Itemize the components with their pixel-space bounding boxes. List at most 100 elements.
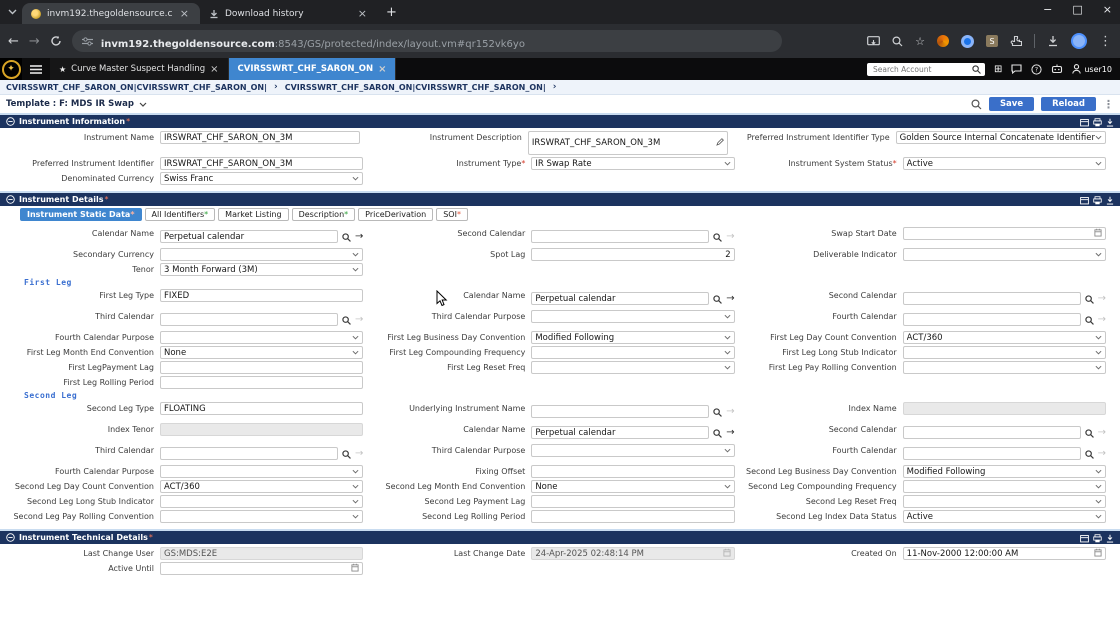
field-second-leg-business-day-convention-input[interactable]: Modified Following: [902, 465, 1106, 478]
goto-arrow-icon[interactable]: →: [1098, 427, 1106, 438]
field-second-leg-index-data-status-input[interactable]: Active: [902, 510, 1106, 523]
lookup-search-icon[interactable]: [342, 444, 351, 463]
field-first-leg-rolling-period-input[interactable]: [160, 376, 364, 389]
extensions-puzzle-icon[interactable]: [1010, 35, 1022, 47]
zoom-search-icon[interactable]: [892, 35, 903, 47]
dropdown-chevron-icon[interactable]: [352, 467, 359, 477]
field-first-leg-reset-freq-input[interactable]: [531, 361, 735, 374]
app-tab-close-icon[interactable]: ×: [378, 64, 386, 75]
extension-icon-s[interactable]: S: [986, 35, 998, 47]
goto-arrow-icon[interactable]: →: [726, 231, 734, 242]
field-first-leg-month-end-convention-input[interactable]: None: [160, 346, 364, 359]
collapse-icon[interactable]: [6, 533, 15, 542]
dropdown-chevron-icon[interactable]: [1095, 159, 1102, 169]
dropdown-chevron-icon[interactable]: [352, 348, 359, 358]
downloads-button[interactable]: [1047, 35, 1059, 47]
reload-button[interactable]: [50, 35, 62, 47]
field-denominated-currency-input[interactable]: Swiss Franc: [160, 172, 364, 185]
field-first-leg-business-day-convention-input[interactable]: Modified Following: [531, 331, 735, 344]
edit-pencil-icon[interactable]: [715, 137, 724, 149]
search-icon[interactable]: [972, 64, 981, 74]
print-icon[interactable]: [1093, 112, 1102, 131]
tab-close-icon[interactable]: ×: [356, 8, 369, 19]
field-last-change-date-input[interactable]: 24-Apr-2025 02:48:14 PM: [531, 547, 735, 560]
field-instrument-description-input[interactable]: IRSWRAT_CHF_SARON_ON_3M: [527, 131, 728, 155]
browser-tab-downloads[interactable]: Download history ×: [200, 3, 378, 24]
goto-arrow-icon[interactable]: →: [1098, 448, 1106, 459]
chat-icon[interactable]: [1011, 64, 1022, 74]
field-calendar-name-input[interactable]: Perpetual calendar: [531, 292, 710, 305]
search-icon[interactable]: [971, 98, 982, 110]
lookup-search-icon[interactable]: [713, 289, 723, 308]
field-fourth-calendar-purpose-input[interactable]: [160, 331, 364, 344]
field-third-calendar-input[interactable]: [160, 447, 338, 460]
dropdown-chevron-icon[interactable]: [724, 312, 731, 322]
print-icon[interactable]: [1093, 190, 1102, 209]
goto-arrow-icon[interactable]: →: [355, 314, 363, 325]
lookup-search-icon[interactable]: [713, 402, 723, 421]
goto-arrow-icon[interactable]: →: [726, 406, 734, 417]
tab-search-chevron-icon[interactable]: [2, 2, 22, 22]
new-tab-button[interactable]: +: [386, 5, 397, 20]
dropdown-chevron-icon[interactable]: [352, 265, 359, 275]
field-underlying-instrument-name-input[interactable]: [531, 405, 710, 418]
field-active-until-input[interactable]: [160, 562, 364, 575]
field-second-leg-month-end-convention-input[interactable]: None: [531, 480, 735, 493]
app-menu-icon[interactable]: [30, 64, 42, 74]
print-icon[interactable]: [1093, 528, 1102, 547]
field-deliverable-indicator-input[interactable]: [902, 248, 1106, 261]
dropdown-chevron-icon[interactable]: [724, 333, 731, 343]
dropdown-chevron-icon[interactable]: [1095, 482, 1102, 492]
field-index-name-input[interactable]: [902, 402, 1106, 415]
dropdown-chevron-icon[interactable]: [724, 446, 731, 456]
field-preferred-instrument-identifier-input[interactable]: IRSWRAT_CHF_SARON_ON_3M: [160, 157, 364, 170]
browser-tab-goldensource[interactable]: invm192.thegoldensource.com ×: [22, 3, 200, 24]
field-fourth-calendar-input[interactable]: [902, 313, 1081, 326]
dropdown-chevron-icon[interactable]: [1095, 348, 1102, 358]
calendar-icon[interactable]: [723, 548, 731, 560]
lookup-search-icon[interactable]: [1084, 423, 1094, 442]
field-second-calendar-input[interactable]: [902, 292, 1081, 305]
field-third-calendar-purpose-input[interactable]: [531, 310, 735, 323]
dropdown-chevron-icon[interactable]: [1095, 512, 1102, 522]
dropdown-chevron-icon[interactable]: [724, 348, 731, 358]
field-second-leg-compounding-frequency-input[interactable]: [902, 480, 1106, 493]
tab-description[interactable]: Description*: [291, 208, 356, 221]
app-tab-curve-master[interactable]: ★ Curve Master Suspect Handling ×: [50, 58, 229, 80]
collapse-icon[interactable]: [6, 195, 15, 204]
account-search-input[interactable]: [870, 63, 969, 75]
app-tab-cvirsswrt[interactable]: CVIRSSWRT_CHF_SARON_ON ×: [228, 58, 397, 80]
user-menu[interactable]: user10: [1072, 64, 1112, 74]
field-second-leg-payment-lag-input[interactable]: [531, 495, 735, 508]
window-close-button[interactable]: ×: [1103, 3, 1112, 16]
field-second-calendar-input[interactable]: [902, 426, 1081, 439]
dropdown-chevron-icon[interactable]: [724, 363, 731, 373]
lookup-search-icon[interactable]: [1084, 310, 1094, 329]
goto-arrow-icon[interactable]: →: [355, 448, 363, 459]
field-preferred-instrument-identifier-type-input[interactable]: Golden Source Internal Concatenate Ident…: [895, 131, 1106, 144]
lookup-search-icon[interactable]: [342, 227, 351, 246]
field-instrument-name-input[interactable]: IRSWRAT_CHF_SARON_ON_3M: [160, 131, 360, 144]
field-first-leg-pay-rolling-convention-input[interactable]: [902, 361, 1106, 374]
field-instrument-system-status-input[interactable]: Active: [902, 157, 1106, 170]
field-first-legpayment-lag-input[interactable]: [160, 361, 364, 374]
field-fixing-offset-input[interactable]: [531, 465, 735, 478]
field-secondary-currency-input[interactable]: [160, 248, 364, 261]
more-actions-kebab-icon[interactable]: ⋮: [1103, 98, 1114, 111]
field-instrument-type-input[interactable]: IR Swap Rate: [531, 157, 735, 170]
field-first-leg-long-stub-indicator-input[interactable]: [902, 346, 1106, 359]
chevron-down-icon[interactable]: [139, 102, 147, 107]
extension-icon-orange[interactable]: [937, 35, 949, 47]
field-first-leg-type-input[interactable]: FIXED: [160, 289, 364, 302]
field-calendar-name-input[interactable]: Perpetual calendar: [160, 230, 338, 243]
dropdown-chevron-icon[interactable]: [1095, 250, 1102, 260]
audit-icon[interactable]: [1080, 190, 1089, 209]
goto-arrow-icon[interactable]: →: [1098, 314, 1106, 325]
dropdown-chevron-icon[interactable]: [1095, 363, 1102, 373]
goto-arrow-icon[interactable]: →: [1098, 293, 1106, 304]
field-second-leg-reset-freq-input[interactable]: [902, 495, 1106, 508]
field-second-leg-rolling-period-input[interactable]: [531, 510, 735, 523]
send-to-device-icon[interactable]: [867, 35, 881, 47]
download-icon[interactable]: [1106, 528, 1114, 547]
dropdown-chevron-icon[interactable]: [352, 497, 359, 507]
